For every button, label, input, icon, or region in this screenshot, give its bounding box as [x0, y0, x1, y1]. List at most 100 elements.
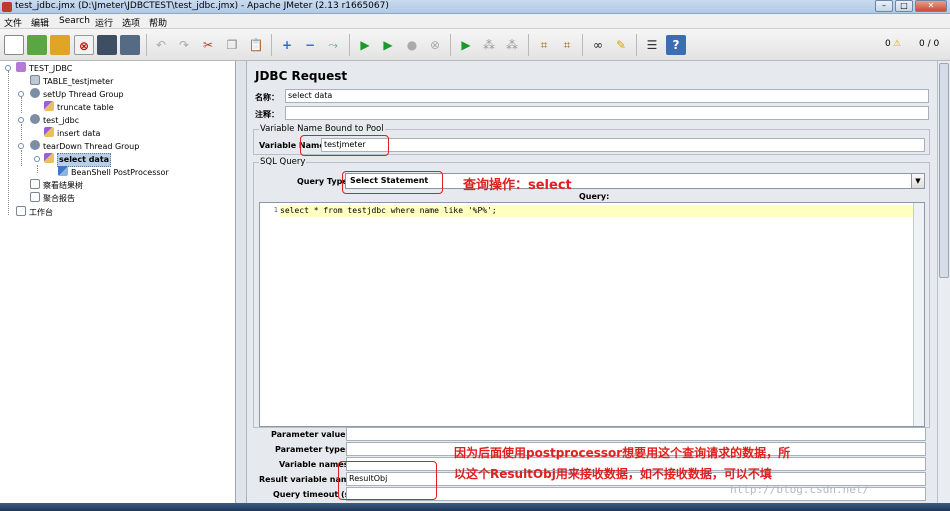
listener-icon — [30, 192, 40, 202]
window-title: test_jdbc.jmx (D:\Jmeter\JDBCTEST\test_j… — [15, 1, 389, 11]
tree-node-teardown-thread-group[interactable]: tearDown Thread Group — [30, 140, 139, 153]
warning-icon[interactable]: ⚠ — [893, 39, 901, 49]
menu-file[interactable]: 文件 — [4, 16, 22, 29]
query-scrollbar[interactable] — [913, 203, 924, 426]
page-title: JDBC Request — [255, 69, 348, 83]
close-button[interactable]: ✕ — [915, 0, 947, 12]
tree-node-view-results-tree[interactable]: 察看结果树 — [30, 179, 83, 192]
postprocessor-icon — [58, 166, 68, 176]
save-as-icon[interactable] — [120, 35, 140, 55]
expand-toggle[interactable] — [18, 91, 24, 97]
open-icon[interactable] — [50, 35, 70, 55]
thread-group-icon — [30, 140, 40, 150]
menu-options[interactable]: 选项 — [122, 16, 140, 29]
watermark: http://blog.csdn.net/ — [730, 483, 870, 496]
menu-edit[interactable]: 编辑 — [31, 16, 49, 29]
function-helper-icon[interactable]: ☰ — [642, 35, 662, 55]
tree-node-setup-thread-group[interactable]: setUp Thread Group — [30, 88, 124, 101]
test-plan-tree: TEST_JDBC TABLE_testjmeter setUp Thread … — [0, 61, 236, 511]
tree-node-select-data[interactable]: select data — [44, 153, 112, 167]
toggle-icon[interactable]: ⤳ — [323, 35, 343, 55]
sampler-icon — [44, 101, 54, 111]
save-icon[interactable] — [97, 35, 117, 55]
query-editor[interactable]: 1 select * from testjdbc where name like… — [259, 202, 925, 427]
cut-icon[interactable]: ✂ — [198, 35, 218, 55]
menu-help[interactable]: 帮助 — [149, 16, 167, 29]
pool-group-label: Variable Name Bound to Pool — [259, 124, 385, 134]
tree-node-test-plan[interactable]: TEST_JDBC — [16, 62, 72, 75]
reset-search-icon[interactable]: ✎ — [611, 35, 631, 55]
result-variable-highlight — [338, 461, 437, 500]
window-titlebar: test_jdbc.jmx (D:\Jmeter\JDBCTEST\test_j… — [0, 0, 950, 14]
windows-taskbar — [0, 503, 950, 511]
scrollbar-thumb[interactable] — [939, 63, 949, 278]
thread-group-icon — [30, 88, 40, 98]
thread-count: 0 / 0 — [919, 39, 940, 49]
query-label: Query: — [579, 192, 610, 201]
start-no-pause-icon[interactable]: ▶ — [378, 35, 398, 55]
chevron-down-icon[interactable]: ▼ — [911, 174, 924, 188]
redo-icon[interactable]: ↷ — [174, 35, 194, 55]
expand-toggle[interactable] — [18, 143, 24, 149]
variable-name-field[interactable]: testjmeter — [321, 138, 925, 152]
start-icon[interactable]: ▶ — [355, 35, 375, 55]
shutdown-icon[interactable]: ⊗ — [425, 35, 445, 55]
workbench-icon — [16, 206, 26, 216]
expand-toggle[interactable] — [34, 156, 40, 162]
parameter-values-field[interactable] — [346, 427, 926, 441]
tree-node-insert-data[interactable]: insert data — [44, 127, 100, 140]
paste-icon[interactable]: 📋 — [246, 35, 266, 55]
tree-node-test-jdbc[interactable]: test_jdbc — [30, 114, 79, 127]
sampler-icon — [44, 127, 54, 137]
remote-start-icon[interactable]: ▶ — [456, 35, 476, 55]
tree-node-truncate-table[interactable]: truncate table — [44, 101, 114, 114]
panel-scrollbar[interactable] — [937, 61, 950, 511]
close-file-icon[interactable]: ⊗ — [74, 35, 94, 55]
expand-all-icon[interactable]: + — [277, 35, 297, 55]
listener-icon — [30, 179, 40, 189]
expand-toggle[interactable] — [18, 117, 24, 123]
minimize-button[interactable]: – — [875, 0, 893, 12]
line-number: 1 — [273, 206, 278, 214]
menu-search[interactable]: Search — [59, 16, 90, 26]
clear-icon[interactable]: ⌗ — [534, 35, 554, 55]
comment-label: 注释： — [255, 110, 279, 119]
sql-query-group-label: SQL Query — [259, 157, 307, 167]
stop-icon[interactable]: ● — [402, 35, 422, 55]
collapse-all-icon[interactable]: − — [300, 35, 320, 55]
thread-group-icon — [30, 114, 40, 124]
query-text: select * from testjdbc where name like '… — [280, 205, 913, 217]
split-pane-divider[interactable] — [236, 61, 247, 511]
tree-node-aggregate-report[interactable]: 聚合报告 — [30, 192, 75, 205]
new-icon[interactable] — [4, 35, 24, 55]
comment-field[interactable] — [285, 106, 929, 120]
menu-run[interactable]: 运行 — [95, 16, 113, 29]
tree-node-beanshell-postprocessor[interactable]: BeanShell PostProcessor — [58, 166, 169, 179]
name-field[interactable]: select data — [285, 89, 929, 103]
warning-count: 0 — [885, 39, 891, 49]
main-toolbar: ⊗ ↶ ↷ ✂ ❐ 📋 + − ⤳ ▶ ▶ ● ⊗ ▶ ⁂ ⁂ ⌗ ⌗ ∞ ✎ … — [0, 29, 950, 61]
testplan-icon — [16, 62, 26, 72]
copy-icon[interactable]: ❐ — [222, 35, 242, 55]
result-annotation-line1: 因为后面使用postprocessor想要用这个查询请求的数据，所 — [454, 446, 791, 460]
clear-all-icon[interactable]: ⌗ — [557, 35, 577, 55]
query-type-highlight — [342, 171, 443, 194]
help-icon[interactable]: ? — [666, 35, 686, 55]
tree-node-config[interactable]: TABLE_testjmeter — [30, 75, 113, 88]
remote-stop-icon[interactable]: ⁂ — [479, 35, 499, 55]
tree-node-workbench[interactable]: 工作台 — [16, 206, 53, 219]
parameter-values-label: Parameter values: — [271, 430, 354, 439]
remote-shutdown-icon[interactable]: ⁂ — [502, 35, 522, 55]
jmeter-app-icon — [2, 2, 12, 12]
undo-icon[interactable]: ↶ — [151, 35, 171, 55]
sampler-icon — [44, 153, 54, 163]
expand-toggle[interactable] — [5, 65, 11, 71]
name-label: 名称： — [255, 93, 279, 102]
templates-icon[interactable] — [27, 35, 47, 55]
maximize-button[interactable]: □ — [895, 0, 913, 12]
variable-name-highlight — [300, 135, 389, 156]
search-icon[interactable]: ∞ — [588, 35, 608, 55]
query-type-annotation: 查询操作：select — [463, 178, 572, 193]
menu-bar: 文件 编辑 Search 运行 选项 帮助 — [0, 14, 950, 29]
parameter-types-label: Parameter types: — [275, 445, 354, 454]
